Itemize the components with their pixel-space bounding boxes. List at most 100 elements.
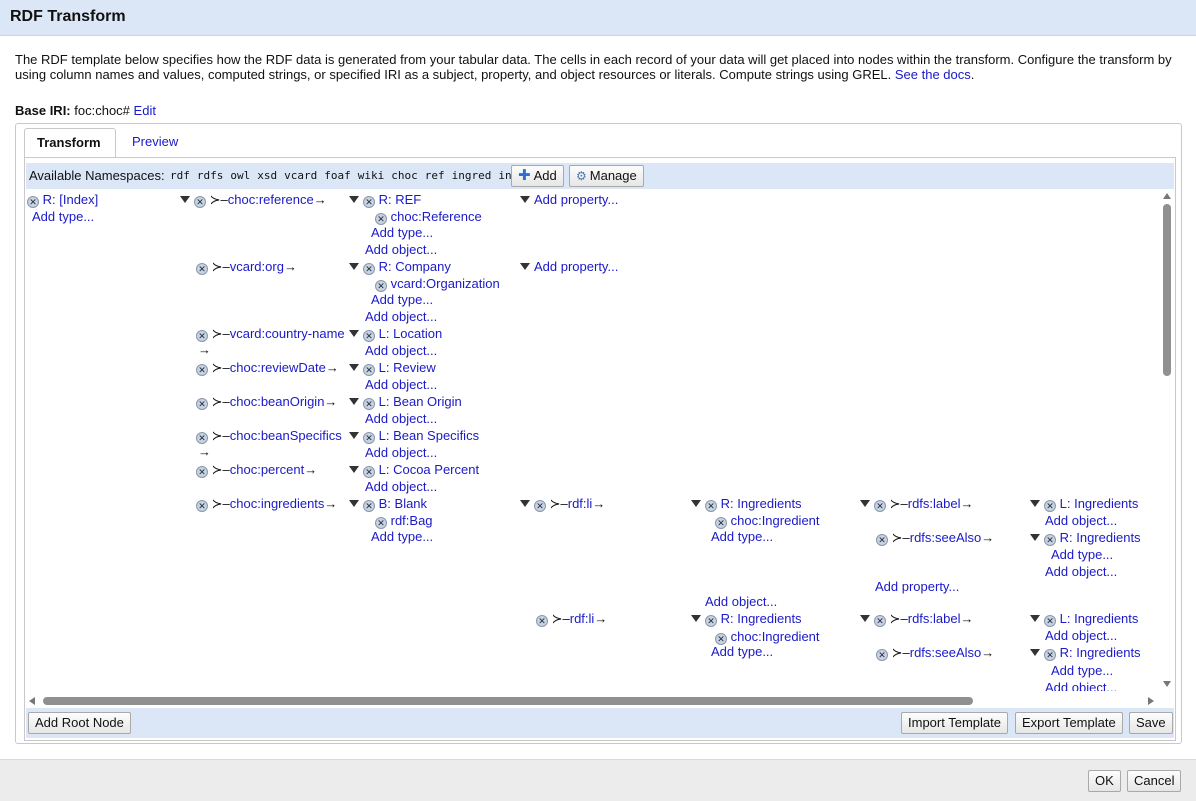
export-template-button[interactable]: Export Template — [1015, 712, 1123, 734]
remove-icon[interactable]: ✕ — [705, 500, 717, 512]
remove-icon[interactable]: ✕ — [363, 500, 375, 512]
remove-icon[interactable]: ✕ — [363, 196, 375, 208]
save-button[interactable]: Save — [1129, 712, 1173, 734]
remove-icon[interactable]: ✕ — [874, 500, 886, 512]
triangle-down-icon[interactable] — [349, 330, 359, 337]
type-label[interactable]: choc:Reference — [391, 209, 482, 224]
namespace-item[interactable]: owl — [230, 169, 250, 182]
type-label[interactable]: vcard:Organization — [391, 276, 500, 291]
property-label[interactable]: choc:percent — [230, 462, 304, 477]
object-label[interactable]: L: Cocoa Percent — [379, 462, 479, 477]
root-node-label[interactable]: R: [Index] — [43, 192, 99, 207]
object-label[interactable]: L: Location — [379, 326, 443, 341]
property-label[interactable]: choc:beanSpecifics — [230, 428, 342, 443]
object-label[interactable]: R: Company — [379, 259, 451, 274]
object-label[interactable]: L: Review — [379, 360, 436, 375]
remove-icon[interactable]: ✕ — [375, 213, 387, 225]
remove-icon[interactable]: ✕ — [536, 615, 548, 627]
namespace-item[interactable]: wiki — [358, 169, 385, 182]
property-label[interactable]: choc:reviewDate — [230, 360, 326, 375]
property-label[interactable]: rdf:li — [568, 496, 593, 511]
namespace-item[interactable]: rdf — [170, 169, 190, 182]
property-label[interactable]: choc:beanOrigin — [230, 394, 325, 409]
add-object-link[interactable]: Add object... — [1045, 680, 1117, 691]
remove-icon[interactable]: ✕ — [363, 432, 375, 444]
remove-icon[interactable]: ✕ — [196, 432, 208, 444]
triangle-down-icon[interactable] — [349, 466, 359, 473]
remove-icon[interactable]: ✕ — [363, 364, 375, 376]
namespace-item[interactable]: ingred — [452, 169, 492, 182]
property-label[interactable]: choc:ingredients — [230, 496, 325, 511]
object-label[interactable]: R: Ingredients — [721, 496, 802, 511]
remove-icon[interactable]: ✕ — [1044, 649, 1056, 661]
scroll-thumb[interactable] — [43, 697, 973, 705]
triangle-down-icon[interactable] — [691, 500, 701, 507]
add-type-link[interactable]: Add type... — [32, 209, 94, 224]
cancel-button[interactable]: Cancel — [1127, 770, 1182, 792]
type-label[interactable]: choc:Ingredient — [731, 513, 820, 528]
object-label[interactable]: L: Ingredients — [1060, 496, 1139, 511]
remove-icon[interactable]: ✕ — [1044, 534, 1056, 546]
tab-preview[interactable]: Preview — [120, 128, 190, 158]
triangle-down-icon[interactable] — [520, 500, 530, 507]
namespace-item[interactable]: foaf — [324, 169, 351, 182]
property-label[interactable]: rdfs:label — [908, 611, 961, 626]
triangle-down-icon[interactable] — [349, 500, 359, 507]
add-type-link[interactable]: Add type... — [371, 292, 433, 307]
add-type-link[interactable]: Add type... — [1051, 547, 1113, 562]
tab-transform[interactable]: Transform — [24, 128, 116, 158]
horizontal-scrollbar[interactable] — [26, 694, 1158, 708]
triangle-down-icon[interactable] — [1030, 534, 1040, 541]
object-label[interactable]: R: Ingredients — [1060, 530, 1141, 545]
scroll-right-icon[interactable] — [1148, 697, 1154, 705]
base-iri-edit-link[interactable]: Edit — [134, 103, 156, 118]
remove-icon[interactable]: ✕ — [363, 466, 375, 478]
remove-icon[interactable]: ✕ — [1044, 615, 1056, 627]
namespace-item[interactable]: choc — [391, 169, 418, 182]
remove-icon[interactable]: ✕ — [196, 263, 208, 275]
object-label[interactable]: L: Bean Specifics — [379, 428, 479, 443]
remove-icon[interactable]: ✕ — [534, 500, 546, 512]
remove-icon[interactable]: ✕ — [375, 280, 387, 292]
triangle-down-icon[interactable] — [1030, 615, 1040, 622]
object-label[interactable]: L: Ingredients — [1060, 611, 1139, 626]
scroll-thumb[interactable] — [1163, 204, 1171, 376]
property-label[interactable]: vcard:org — [230, 259, 284, 274]
namespace-item[interactable]: vcard — [284, 169, 317, 182]
scroll-down-icon[interactable] — [1163, 681, 1171, 687]
manage-namespaces-button[interactable]: ⚙ Manage — [569, 165, 644, 187]
remove-icon[interactable]: ✕ — [196, 330, 208, 342]
remove-icon[interactable]: ✕ — [363, 398, 375, 410]
add-type-link[interactable]: Add type... — [1051, 663, 1113, 678]
object-label[interactable]: R: REF — [379, 192, 422, 207]
namespace-item[interactable]: ref — [425, 169, 445, 182]
object-label[interactable]: L: Bean Origin — [379, 394, 462, 409]
triangle-down-icon[interactable] — [349, 364, 359, 371]
remove-icon[interactable]: ✕ — [196, 466, 208, 478]
remove-icon[interactable]: ✕ — [196, 500, 208, 512]
docs-link[interactable]: See the docs — [895, 67, 971, 82]
property-label[interactable]: vcard:country-name — [230, 326, 345, 341]
scroll-left-icon[interactable] — [29, 697, 35, 705]
scroll-up-icon[interactable] — [1163, 193, 1171, 199]
remove-icon[interactable]: ✕ — [876, 649, 888, 661]
add-property-link[interactable]: Add property... — [534, 192, 618, 207]
triangle-down-icon[interactable] — [860, 615, 870, 622]
type-label[interactable]: choc:Ingredient — [731, 629, 820, 644]
remove-icon[interactable]: ✕ — [874, 615, 886, 627]
add-object-link[interactable]: Add object... — [365, 479, 437, 494]
add-object-link[interactable]: Add object... — [365, 445, 437, 460]
add-property-link[interactable]: Add property... — [875, 579, 959, 594]
remove-icon[interactable]: ✕ — [196, 398, 208, 410]
triangle-down-icon[interactable] — [1030, 649, 1040, 656]
triangle-down-icon[interactable] — [860, 500, 870, 507]
property-label[interactable]: choc:reference — [228, 192, 314, 207]
add-object-link[interactable]: Add object... — [1045, 628, 1117, 643]
property-label[interactable]: rdfs:seeAlso — [910, 530, 982, 545]
triangle-down-icon[interactable] — [349, 196, 359, 203]
triangle-down-icon[interactable] — [349, 263, 359, 270]
triangle-down-icon[interactable] — [520, 263, 530, 270]
namespace-item[interactable]: rdfs — [197, 169, 224, 182]
remove-icon[interactable]: ✕ — [194, 196, 206, 208]
add-object-link[interactable]: Add object... — [705, 594, 777, 609]
